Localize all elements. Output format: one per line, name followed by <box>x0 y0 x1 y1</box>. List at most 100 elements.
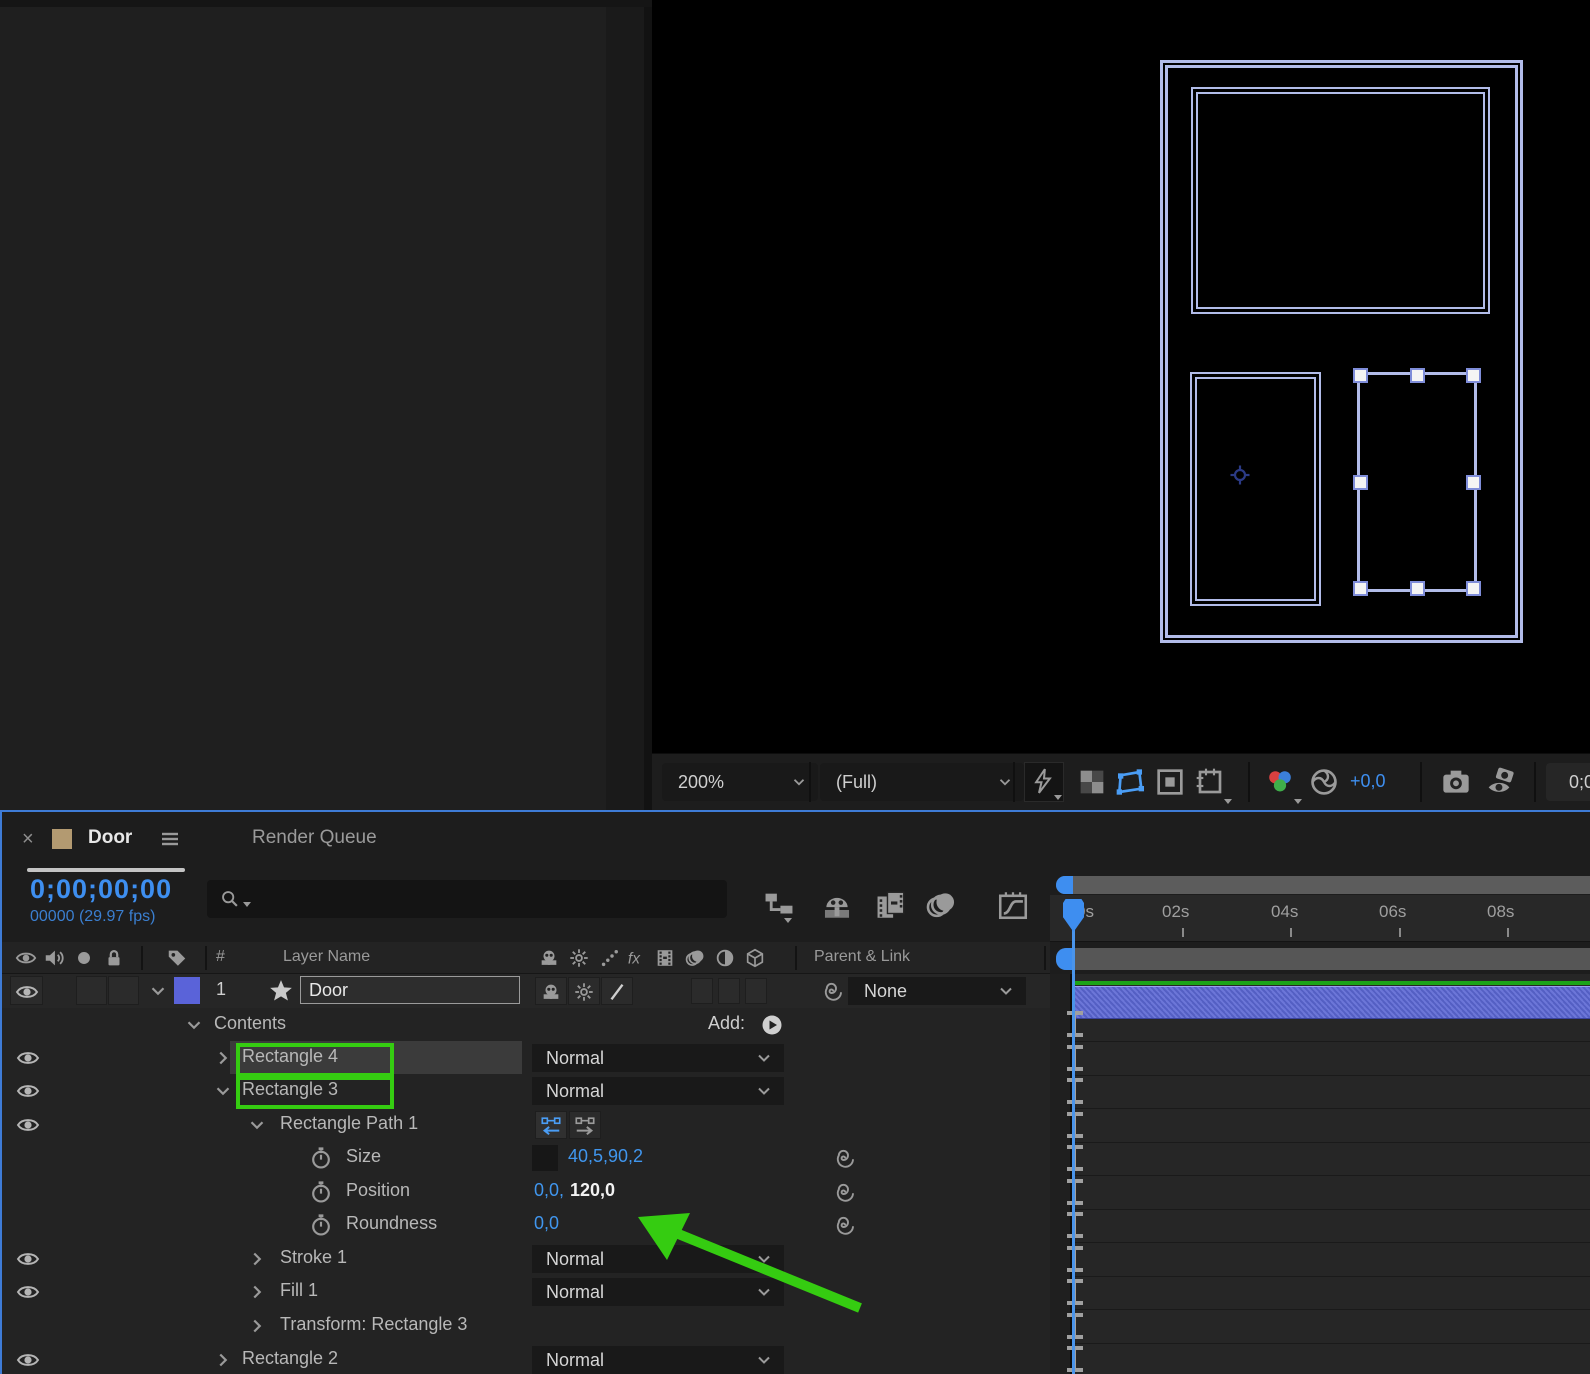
preview-time-field[interactable]: 0;0 <box>1546 763 1590 801</box>
chevron-down-icon[interactable] <box>147 980 169 1002</box>
rectangle-path1-label[interactable]: Rectangle Path 1 <box>280 1113 418 1134</box>
chevron-right-icon[interactable] <box>212 1047 234 1069</box>
playhead-line[interactable] <box>1072 927 1075 1374</box>
adjustment-toggle[interactable] <box>718 978 740 1004</box>
chevron-right-icon[interactable] <box>246 1315 268 1337</box>
shy-column-icon[interactable] <box>538 947 560 969</box>
composition-flowchart-icon[interactable] <box>762 888 796 922</box>
constrain-proportions-box[interactable] <box>532 1145 558 1171</box>
chevron-down-icon[interactable] <box>183 1014 205 1036</box>
rectangle2-label[interactable]: Rectangle 2 <box>242 1348 338 1369</box>
search-input[interactable] <box>207 880 727 918</box>
panel-menu-icon[interactable] <box>158 827 182 851</box>
size-value[interactable]: 40,5,90,2 <box>568 1146 643 1167</box>
selection-handle[interactable] <box>1353 581 1368 596</box>
selection-handle[interactable] <box>1466 475 1481 490</box>
blend-mode-dropdown[interactable]: Normal <box>532 1346 784 1374</box>
selection-handle[interactable] <box>1410 368 1425 383</box>
layer-label-color[interactable] <box>174 977 200 1004</box>
lock-cell[interactable] <box>108 976 139 1005</box>
eye-icon[interactable] <box>16 1280 40 1304</box>
exposure-icon[interactable] <box>1308 766 1340 798</box>
layer-name-field[interactable]: Door <box>300 976 520 1004</box>
blend-mode-dropdown[interactable]: Normal <box>532 1044 784 1072</box>
eye-icon[interactable] <box>16 1247 40 1271</box>
fill1-label[interactable]: Fill 1 <box>280 1280 318 1301</box>
fx-column-icon[interactable] <box>627 947 649 969</box>
size-label[interactable]: Size <box>346 1146 381 1167</box>
transparency-grid-icon[interactable] <box>1076 766 1108 798</box>
chevron-down-icon[interactable] <box>212 1080 234 1102</box>
grid-guides-button[interactable] <box>1194 766 1230 802</box>
selection-handle[interactable] <box>1353 475 1368 490</box>
eye-icon[interactable] <box>16 1079 40 1103</box>
position-value-x[interactable]: 0,0, <box>534 1180 564 1201</box>
parent-link-column-header[interactable]: Parent & Link <box>814 948 910 966</box>
stroke1-label[interactable]: Stroke 1 <box>280 1247 347 1268</box>
position-label[interactable]: Position <box>346 1180 410 1201</box>
chevron-right-icon[interactable] <box>246 1248 268 1270</box>
eye-icon[interactable] <box>16 1348 40 1372</box>
motion-blur-column-icon[interactable] <box>684 947 706 969</box>
eye-icon[interactable] <box>16 1046 40 1070</box>
threed-toggle[interactable] <box>745 978 767 1004</box>
solo-cell[interactable] <box>76 976 107 1005</box>
chevron-right-icon[interactable] <box>212 1349 234 1371</box>
stopwatch-icon[interactable] <box>308 1145 334 1171</box>
chevron-right-icon[interactable] <box>246 1281 268 1303</box>
group-row-rectangle2[interactable]: Rectangle 2 Normal <box>2 1343 1050 1374</box>
work-area-bar[interactable] <box>1056 948 1590 970</box>
roundness-label[interactable]: Roundness <box>346 1213 437 1234</box>
quality-toggle[interactable] <box>601 977 633 1005</box>
time-navigator-bar[interactable] <box>1056 876 1590 894</box>
motion-blur-icon[interactable] <box>924 888 958 922</box>
work-area-start-handle[interactable] <box>1056 948 1072 970</box>
layer-duration-bar[interactable] <box>1072 986 1590 1019</box>
path-direction-button-reversed[interactable] <box>535 1111 567 1139</box>
selection-handle[interactable] <box>1410 581 1425 596</box>
motion-blur-toggle[interactable] <box>691 978 713 1004</box>
graph-editor-icon[interactable] <box>996 888 1030 922</box>
resolution-dropdown[interactable]: (Full) <box>820 763 1024 801</box>
roundness-value[interactable]: 0,0 <box>534 1213 559 1234</box>
frame-blending-icon[interactable] <box>874 888 908 922</box>
group-row-rectangle-path1[interactable]: Rectangle Path 1 <box>2 1108 1050 1142</box>
adjustment-column-icon[interactable] <box>714 947 736 969</box>
panel-divider[interactable] <box>606 0 644 810</box>
mask-visibility-icon[interactable] <box>1154 766 1186 798</box>
tab-door[interactable]: Door <box>88 827 132 849</box>
stopwatch-icon[interactable] <box>308 1212 334 1238</box>
quality-column-icon[interactable] <box>599 947 621 969</box>
magnification-dropdown[interactable]: 200% <box>662 763 818 801</box>
selection-handle[interactable] <box>1353 368 1368 383</box>
channel-button[interactable] <box>1264 766 1300 802</box>
stopwatch-icon[interactable] <box>308 1179 334 1205</box>
add-shape-button[interactable] <box>760 1013 784 1037</box>
shy-toggle[interactable] <box>535 977 567 1005</box>
door-panel-right-shape-selected[interactable] <box>1357 372 1477 592</box>
frame-blend-column-icon[interactable] <box>654 947 676 969</box>
threed-column-icon[interactable] <box>744 947 766 969</box>
eye-icon[interactable] <box>15 980 39 1004</box>
fast-previews-button[interactable] <box>1024 762 1064 802</box>
group-row-rectangle4[interactable]: Rectangle 4 Normal <box>2 1041 1050 1075</box>
path-direction-button-normal[interactable] <box>569 1111 601 1139</box>
time-navigator-start-handle[interactable] <box>1056 876 1073 894</box>
layer-row-door[interactable]: 1 Door None <box>2 974 1050 1008</box>
video-toggle-cell[interactable] <box>10 976 43 1005</box>
transform-rect3-label[interactable]: Transform: Rectangle 3 <box>280 1314 467 1335</box>
group-row-rectangle3[interactable]: Rectangle 3 Normal <box>2 1074 1050 1108</box>
parent-dropdown[interactable]: None <box>848 977 1026 1005</box>
composition-viewer[interactable] <box>652 0 1590 753</box>
current-timecode[interactable]: 0;00;00;00 <box>30 874 172 905</box>
tab-close-icon[interactable]: × <box>22 828 34 851</box>
selection-handle[interactable] <box>1466 581 1481 596</box>
draft-3d-icon[interactable] <box>820 888 854 922</box>
blend-mode-dropdown[interactable]: Normal <box>532 1077 784 1105</box>
region-of-interest-icon[interactable] <box>1114 766 1146 798</box>
selection-handle[interactable] <box>1466 368 1481 383</box>
collapse-toggle[interactable] <box>568 977 600 1005</box>
layer-name-column-header[interactable]: Layer Name <box>283 948 370 966</box>
tab-render-queue[interactable]: Render Queue <box>252 827 377 849</box>
show-snapshot-icon[interactable] <box>1486 766 1518 798</box>
